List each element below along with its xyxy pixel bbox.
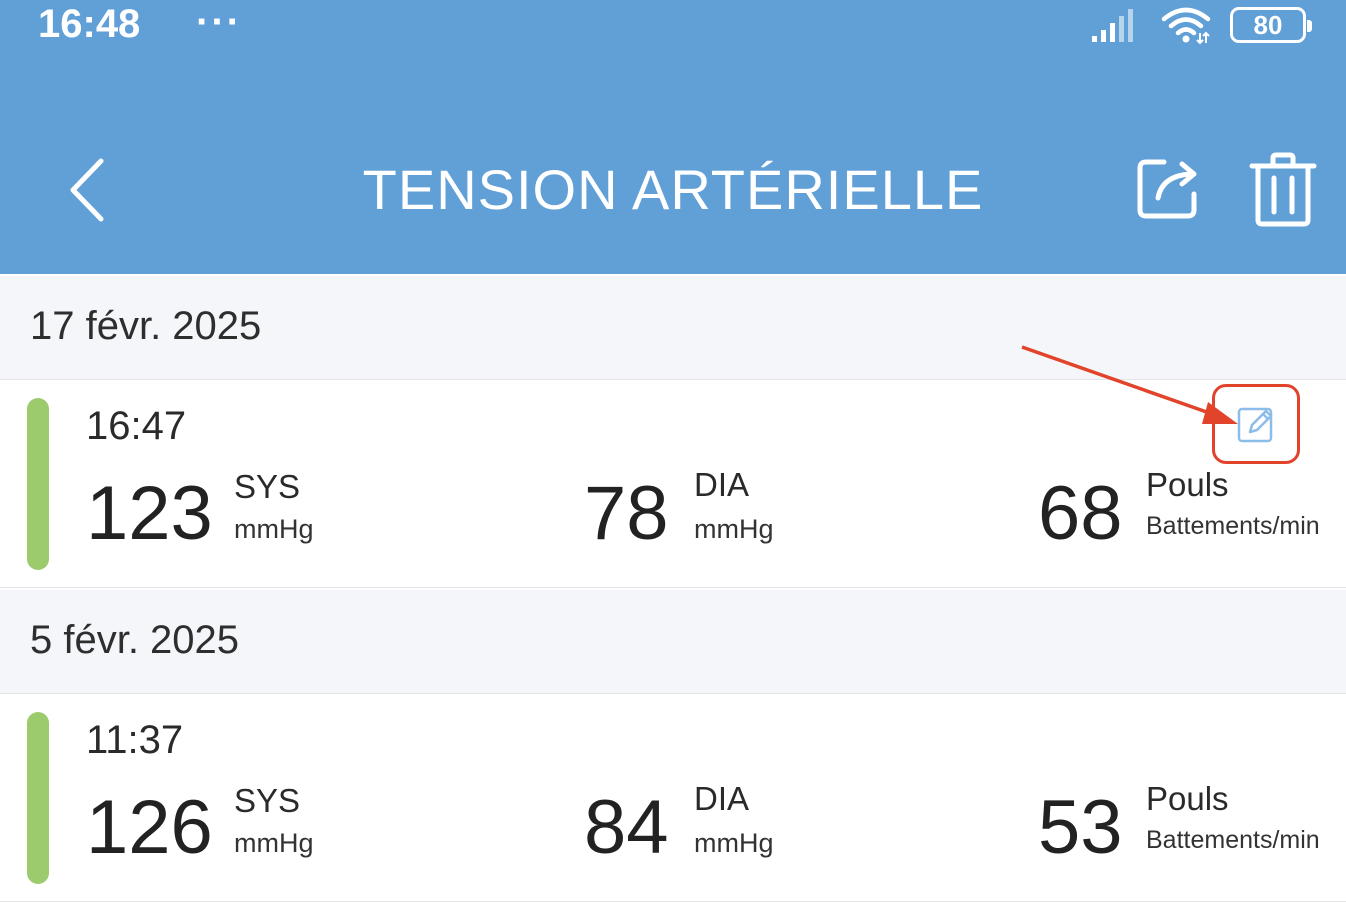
dia-label: DIA	[694, 466, 750, 503]
status-icons: 80	[1090, 2, 1312, 48]
status-indicator	[27, 712, 49, 884]
wifi-icon	[1161, 7, 1211, 45]
status-time: 16:48	[38, 2, 141, 46]
trash-icon	[1249, 152, 1317, 227]
pulse-value: 53	[1038, 785, 1123, 870]
dia-unit: mmHg	[694, 514, 774, 544]
pulse-value: 68	[1038, 471, 1123, 556]
sys-label: SYS	[234, 782, 301, 819]
sys-value: 123	[86, 471, 213, 556]
pencil-icon	[1237, 407, 1273, 443]
battery-level: 80	[1253, 10, 1283, 40]
delete-button[interactable]	[1248, 150, 1318, 228]
signal-icon	[1092, 9, 1133, 42]
pulse-unit: Battements/min	[1146, 826, 1320, 854]
dia-label: DIA	[694, 780, 750, 817]
share-icon	[1137, 159, 1197, 219]
pulse-unit: Battements/min	[1146, 512, 1320, 540]
dia-value: 84	[584, 785, 669, 870]
share-button[interactable]	[1132, 152, 1206, 226]
dia-unit: mmHg	[694, 828, 774, 858]
pulse-label: Pouls	[1146, 780, 1229, 817]
sys-unit: mmHg	[234, 514, 314, 544]
date-label: 17 févr. 2025	[30, 304, 262, 348]
notification-dots: ···	[196, 0, 242, 44]
edit-button[interactable]	[1212, 384, 1300, 464]
date-label: 5 févr. 2025	[30, 618, 240, 662]
battery-icon: 80	[1230, 7, 1312, 43]
date-header: 17 févr. 2025	[0, 276, 1346, 380]
sys-value: 126	[86, 785, 213, 870]
sys-label: SYS	[234, 468, 301, 505]
sys-unit: mmHg	[234, 828, 314, 858]
record-time: 16:47	[86, 404, 187, 448]
measurement-row[interactable]: 11:37 126 SYS mmHg 84 DIA mmHg 53 Pouls …	[0, 694, 1346, 902]
measurement-row[interactable]: 16:47 123 SYS mmHg 78 DIA mmHg 68 Pouls …	[0, 380, 1346, 588]
status-indicator	[27, 398, 49, 570]
date-header: 5 févr. 2025	[0, 590, 1346, 694]
app-bar: 16:48 ··· 80 TENSION ARTÉRIELLE	[0, 0, 1346, 274]
pulse-label: Pouls	[1146, 466, 1229, 503]
dia-value: 78	[584, 471, 669, 556]
record-time: 11:37	[86, 718, 184, 762]
